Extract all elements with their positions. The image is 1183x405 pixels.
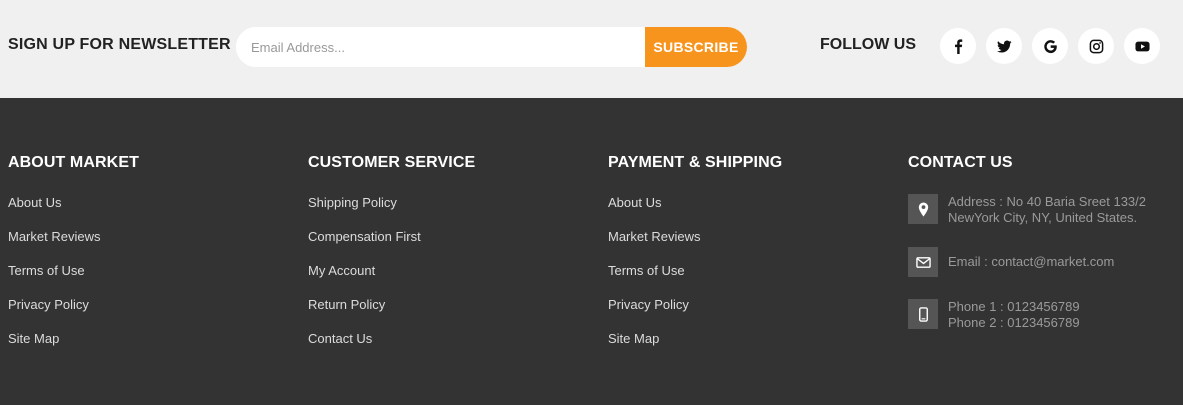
column-title: CONTACT US <box>908 154 1013 171</box>
email-icon-box <box>908 247 938 277</box>
newsletter-form: SUBSCRIBE <box>236 27 747 67</box>
facebook-icon <box>954 38 962 54</box>
address-line-1: Address : No 40 Baria Sreet 133/2 <box>948 194 1147 209</box>
footer-link[interactable]: Terms of Use <box>608 263 685 278</box>
phone-1: Phone 1 : 0123456789 <box>948 299 1080 314</box>
envelope-icon <box>915 256 931 268</box>
payment-shipping-column: PAYMENT & SHIPPING About Us Market Revie… <box>608 154 782 364</box>
link-list: About Us Market Reviews Terms of Use Pri… <box>8 194 139 364</box>
address-icon-box <box>908 194 938 224</box>
contact-phone: Phone 1 : 0123456789 Phone 2 : 012345678… <box>908 299 1080 331</box>
footer-link[interactable]: Site Map <box>8 331 59 346</box>
map-marker-icon <box>918 201 928 217</box>
youtube-icon <box>1134 41 1150 51</box>
newsletter-bar: SIGN UP FOR NEWSLETTER SUBSCRIBE FOLLOW … <box>0 0 1183 98</box>
instagram-button[interactable] <box>1078 28 1114 64</box>
footer-link[interactable]: Market Reviews <box>608 229 700 244</box>
footer-link[interactable]: Shipping Policy <box>308 195 397 210</box>
contact-us-column: CONTACT US Address : No 40 Baria Sreet 1… <box>908 154 1178 330</box>
footer-link[interactable]: Compensation First <box>308 229 421 244</box>
twitter-button[interactable] <box>986 28 1022 64</box>
footer-link[interactable]: About Us <box>608 195 661 210</box>
social-links <box>940 28 1160 64</box>
phone-2: Phone 2 : 0123456789 <box>948 315 1080 330</box>
column-title: ABOUT MARKET <box>8 154 139 171</box>
facebook-button[interactable] <box>940 28 976 64</box>
email-text: Email : contact@market.com <box>948 247 1114 277</box>
footer-link[interactable]: Site Map <box>608 331 659 346</box>
footer-link[interactable]: Market Reviews <box>8 229 100 244</box>
newsletter-title: SIGN UP FOR NEWSLETTER <box>8 36 231 53</box>
phone-icon-box <box>908 299 938 329</box>
footer-link[interactable]: Terms of Use <box>8 263 85 278</box>
footer-link[interactable]: Privacy Policy <box>8 297 89 312</box>
customer-service-column: CUSTOMER SERVICE Shipping Policy Compens… <box>308 154 475 364</box>
about-market-column: ABOUT MARKET About Us Market Reviews Ter… <box>8 154 139 364</box>
contact-email: Email : contact@market.com <box>908 247 1114 277</box>
mobile-phone-icon <box>918 306 928 322</box>
google-button[interactable] <box>1032 28 1068 64</box>
address-text: Address : No 40 Baria Sreet 133/2 NewYor… <box>948 194 1146 226</box>
phone-text: Phone 1 : 0123456789 Phone 2 : 012345678… <box>948 299 1080 331</box>
link-list: About Us Market Reviews Terms of Use Pri… <box>608 194 782 364</box>
email-address[interactable]: Email : contact@market.com <box>948 254 1114 270</box>
column-title: CUSTOMER SERVICE <box>308 154 476 171</box>
footer-main: ABOUT MARKET About Us Market Reviews Ter… <box>0 98 1183 405</box>
subscribe-button[interactable]: SUBSCRIBE <box>645 27 747 67</box>
footer-link[interactable]: Privacy Policy <box>608 297 689 312</box>
footer-link[interactable]: My Account <box>308 263 375 278</box>
address-line-2: NewYork City, NY, United States. <box>948 210 1138 225</box>
instagram-icon <box>1089 39 1103 53</box>
contact-address: Address : No 40 Baria Sreet 133/2 NewYor… <box>908 194 1146 226</box>
footer-link[interactable]: Contact Us <box>308 331 372 346</box>
footer-link[interactable]: About Us <box>8 195 61 210</box>
follow-us-title: FOLLOW US <box>820 36 916 53</box>
youtube-button[interactable] <box>1124 28 1160 64</box>
google-icon <box>1043 39 1057 53</box>
email-input[interactable] <box>236 27 645 67</box>
twitter-icon <box>996 40 1012 53</box>
column-title: PAYMENT & SHIPPING <box>608 154 783 171</box>
link-list: Shipping Policy Compensation First My Ac… <box>308 194 475 364</box>
footer-link[interactable]: Return Policy <box>308 297 385 312</box>
